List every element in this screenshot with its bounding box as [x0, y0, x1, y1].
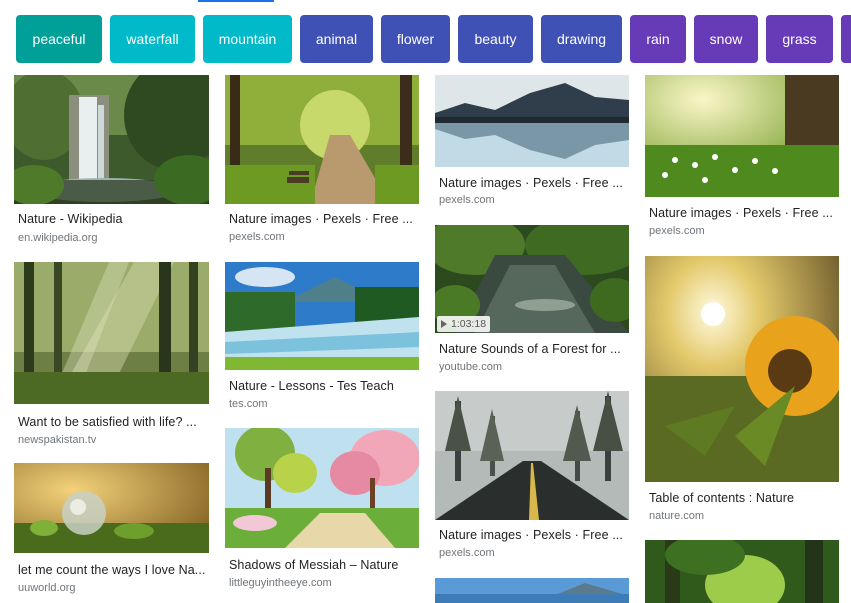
- result-source: uuworld.org: [18, 582, 76, 594]
- waterfall-forest-image[interactable]: [14, 75, 209, 204]
- result-title[interactable]: Table of contents : Nature: [649, 491, 837, 505]
- image-result[interactable]: Nature images · Pexels · Free ... pexels…: [435, 391, 629, 571]
- video-duration-badge: 1:03:18: [437, 316, 491, 332]
- misty-road-trees-image[interactable]: [435, 391, 629, 520]
- play-icon: [441, 320, 447, 328]
- image-result[interactable]: Shadows of Messiah – Nature littleguyint…: [225, 428, 419, 598]
- forest-sunrays-image[interactable]: [14, 262, 209, 404]
- result-title[interactable]: let me count the ways I love Na...: [18, 563, 208, 577]
- chip-label: grass: [782, 31, 817, 47]
- image-result[interactable]: [645, 540, 839, 603]
- chip-peaceful[interactable]: peaceful: [16, 15, 102, 63]
- chip-beauty[interactable]: beauty: [458, 15, 533, 63]
- sunflower-sunset-image[interactable]: [645, 256, 839, 482]
- image-result[interactable]: Nature - Lessons - Tes Teach tes.com: [225, 262, 419, 412]
- chip-next[interactable]: [841, 15, 851, 63]
- result-source: pexels.com: [439, 194, 495, 206]
- result-source: pexels.com: [229, 231, 285, 243]
- park-path-bench-image[interactable]: [225, 75, 419, 204]
- result-source: pexels.com: [439, 547, 495, 559]
- chip-animal[interactable]: animal: [300, 15, 373, 63]
- chip-mountain[interactable]: mountain: [203, 15, 292, 63]
- chip-label: flower: [396, 31, 435, 47]
- mountain-lake-reflection-image[interactable]: [435, 75, 629, 167]
- result-title[interactable]: Shadows of Messiah – Nature: [229, 558, 417, 572]
- image-result[interactable]: Want to be satisfied with life? ... news…: [14, 262, 209, 452]
- chip-grass[interactable]: grass: [766, 15, 833, 63]
- image-result[interactable]: Nature images · Pexels · Free ... pexels…: [225, 75, 419, 245]
- chip-label: beauty: [474, 31, 517, 47]
- result-source: tes.com: [229, 398, 268, 410]
- image-result[interactable]: 1:03:18 Nature Sounds of a Forest for ..…: [435, 225, 629, 380]
- video-duration: 1:03:18: [451, 318, 487, 330]
- result-title[interactable]: Nature images · Pexels · Free ...: [439, 528, 627, 542]
- result-title[interactable]: Nature Sounds of a Forest for ...: [439, 342, 627, 356]
- chip-label: rain: [646, 31, 670, 47]
- glass-globe-moss-image[interactable]: [14, 463, 209, 553]
- result-title[interactable]: Nature - Wikipedia: [18, 212, 208, 226]
- result-source: nature.com: [649, 510, 705, 522]
- result-title[interactable]: Nature images · Pexels · Free ...: [229, 212, 417, 226]
- mountain-river-image[interactable]: [225, 262, 419, 370]
- result-source: en.wikipedia.org: [18, 232, 98, 244]
- sunny-meadow-daisies-image[interactable]: [645, 75, 839, 197]
- chip-flower[interactable]: flower: [381, 15, 450, 63]
- painted-spring-trees-image[interactable]: [225, 428, 419, 548]
- result-title[interactable]: Nature images · Pexels · Free ...: [649, 206, 837, 220]
- chip-label: peaceful: [32, 31, 86, 47]
- chip-label: snow: [709, 31, 743, 47]
- lake-mountains-image[interactable]: [435, 578, 629, 603]
- related-search-chips: peaceful waterfall mountain animal flowe…: [0, 0, 851, 70]
- chip-waterfall[interactable]: waterfall: [110, 15, 195, 63]
- result-title[interactable]: Nature - Lessons - Tes Teach: [229, 379, 417, 393]
- chip-label: waterfall: [126, 31, 179, 47]
- result-source: youtube.com: [439, 361, 502, 373]
- result-source: newspakistan.tv: [18, 434, 97, 446]
- chip-snow[interactable]: snow: [694, 15, 758, 63]
- result-source: pexels.com: [649, 225, 705, 237]
- chip-rain[interactable]: rain: [630, 15, 686, 63]
- chip-label: mountain: [218, 31, 277, 47]
- result-title[interactable]: Nature images · Pexels · Free ...: [439, 176, 627, 190]
- green-forest-image[interactable]: [645, 540, 839, 603]
- image-result[interactable]: Nature images · Pexels · Free ... pexels…: [645, 75, 839, 245]
- image-result[interactable]: Table of contents : Nature nature.com: [645, 256, 839, 526]
- image-result[interactable]: [435, 578, 629, 603]
- image-result[interactable]: Nature images · Pexels · Free ... pexels…: [435, 75, 629, 215]
- result-title[interactable]: Want to be satisfied with life? ...: [18, 415, 208, 429]
- chip-label: animal: [315, 31, 358, 47]
- chip-label: drawing: [556, 31, 607, 47]
- image-result[interactable]: Nature - Wikipedia en.wikipedia.org: [14, 75, 209, 245]
- result-source: littleguyintheeye.com: [229, 577, 332, 589]
- chip-drawing[interactable]: drawing: [541, 15, 622, 63]
- image-result[interactable]: let me count the ways I love Na... uuwor…: [14, 463, 209, 603]
